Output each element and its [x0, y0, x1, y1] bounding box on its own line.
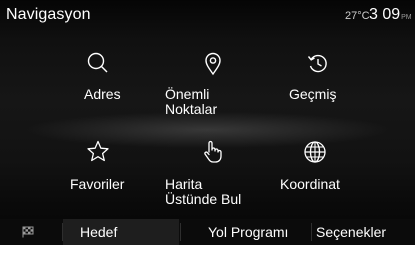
top-status-bar: Navigasyon 27°C 3 09PM: [0, 0, 415, 30]
flag-icon[interactable]: [22, 219, 46, 245]
tab-label: Yol Programı: [208, 224, 289, 240]
menu-item-label: Geçmiş: [289, 86, 337, 102]
menu-item-address[interactable]: Adres: [62, 50, 182, 140]
tab-destination[interactable]: Hedef: [63, 219, 179, 245]
menu-item-history[interactable]: Geçmiş: [283, 50, 403, 140]
page-title: Navigasyon: [6, 6, 91, 23]
clock-time: 3 09: [369, 6, 401, 23]
globe-icon: [301, 138, 329, 166]
tab-label: Hedef: [80, 224, 118, 240]
menu-item-label: Koordinat: [280, 176, 340, 192]
menu-item-label: Önemli Noktalar: [165, 86, 218, 117]
navigation-screen: Navigasyon 27°C 3 09PM Adres Önemli Nokt…: [0, 0, 415, 253]
tab-options[interactable]: Seçenekler: [312, 219, 415, 245]
hand-pointer-icon: [198, 138, 226, 166]
poi-pin-icon: [199, 50, 227, 78]
menu-item-find-on-map[interactable]: Harita Üstünde Bul: [165, 138, 285, 228]
menu-item-label: Favoriler: [70, 176, 125, 192]
tab-label: Seçenekler: [316, 224, 387, 240]
menu-item-coordinates[interactable]: Koordinat: [280, 138, 400, 228]
menu-item-poi[interactable]: Önemli Noktalar: [165, 50, 285, 140]
menu-item-label: Harita Üstünde Bul: [165, 176, 242, 207]
search-icon: [84, 50, 112, 78]
bottom-tab-bar: Hedef Yol Programı Seçenekler: [0, 219, 415, 245]
history-icon: [304, 50, 332, 78]
menu-item-label: Adres: [84, 86, 121, 102]
temperature-readout: 27°C: [345, 10, 370, 22]
tab-route-program[interactable]: Yol Programı: [181, 219, 309, 245]
star-icon: [84, 138, 112, 166]
clock: 3 09PM: [369, 6, 412, 24]
clock-ampm: PM: [401, 14, 412, 21]
